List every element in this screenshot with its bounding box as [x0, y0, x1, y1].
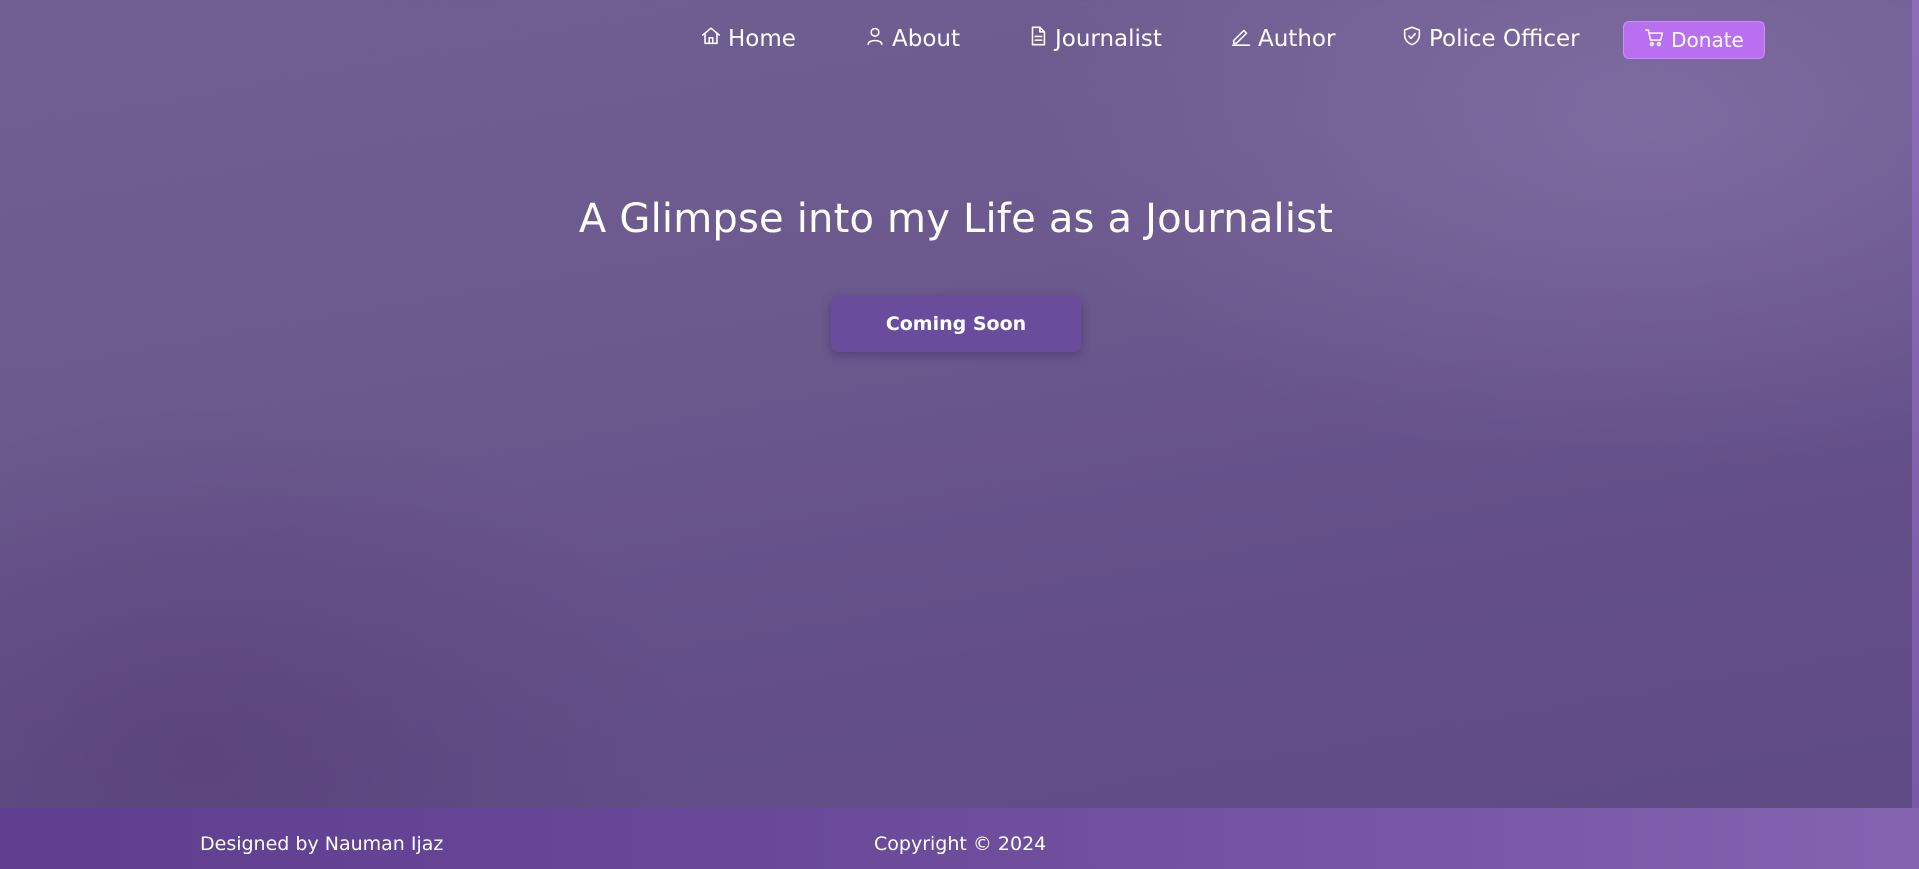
- scrollbar-edge: [1912, 0, 1919, 808]
- pencil-icon: [1230, 25, 1252, 53]
- footer-designer-credit: Designed by Nauman Ijaz: [200, 833, 444, 855]
- nav-item-police-officer[interactable]: Police Officer: [1401, 18, 1580, 60]
- main-navigation: Home About Journalist Author Police Offi…: [0, 18, 1919, 60]
- coming-soon-button[interactable]: Coming Soon: [831, 296, 1081, 352]
- donate-label: Donate: [1671, 28, 1744, 52]
- shield-icon: [1401, 25, 1423, 53]
- footer-copyright: Copyright © 2024: [874, 833, 1047, 855]
- nav-item-label: Home: [728, 26, 796, 52]
- nav-item-author[interactable]: Author: [1230, 18, 1335, 60]
- document-icon: [1027, 25, 1049, 53]
- nav-item-label: Author: [1258, 26, 1336, 52]
- cart-icon: [1644, 27, 1665, 53]
- nav-item-label: About: [892, 26, 961, 52]
- nav-item-label: Journalist: [1055, 26, 1162, 52]
- page-title: A Glimpse into my Life as a Journalist: [578, 196, 1334, 242]
- nav-item-journalist[interactable]: Journalist: [1027, 18, 1162, 60]
- user-icon: [864, 25, 886, 53]
- nav-item-home[interactable]: Home: [700, 18, 796, 60]
- nav-item-about[interactable]: About: [864, 18, 960, 60]
- footer: Designed by Nauman Ijaz Copyright © 2024: [0, 808, 1919, 869]
- donate-button[interactable]: Donate: [1623, 21, 1765, 59]
- home-icon: [700, 25, 722, 53]
- nav-item-label: Police Officer: [1429, 26, 1580, 52]
